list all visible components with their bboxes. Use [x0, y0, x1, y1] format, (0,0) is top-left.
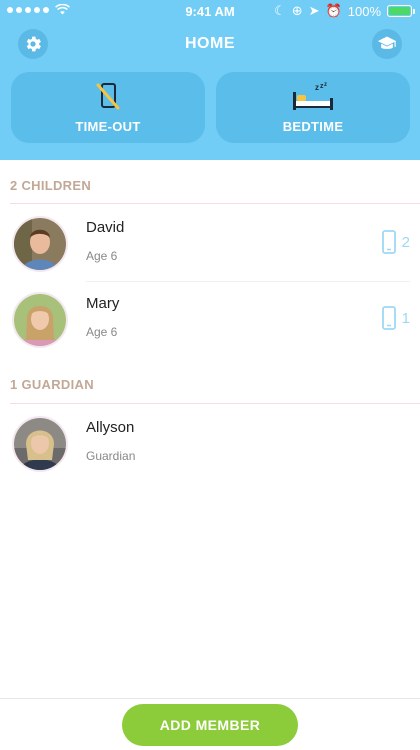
- guardians-section-header: 1 GUARDIAN: [10, 376, 94, 392]
- device-count[interactable]: 2: [381, 230, 410, 254]
- phone-disabled-icon: [96, 83, 120, 110]
- member-name: David: [86, 219, 125, 236]
- member-age: Age 6: [86, 249, 118, 263]
- footer: ADD MEMBER: [0, 698, 420, 750]
- device-count[interactable]: 1: [381, 306, 410, 330]
- location-icon: ➤: [308, 3, 320, 18]
- lock-rotation-icon: ⊕: [291, 3, 303, 18]
- member-row-mary[interactable]: Mary Age 6 1: [0, 282, 420, 358]
- alarm-icon: ⏰: [325, 3, 342, 18]
- battery-percent: 100%: [347, 3, 381, 19]
- children-section-header: 2 CHILDREN: [10, 177, 92, 193]
- page-title: HOME: [185, 35, 235, 52]
- member-age: Age 6: [86, 325, 118, 339]
- member-role: Guardian: [86, 449, 136, 463]
- bed-icon: z z z: [293, 82, 333, 110]
- svg-text:z: z: [324, 82, 327, 88]
- device-count-value: 1: [401, 309, 410, 327]
- bedtime-label: BEDTIME: [282, 119, 344, 134]
- battery-fill: [389, 7, 410, 15]
- bedtime-button[interactable]: z z z BEDTIME: [216, 72, 410, 143]
- svg-text:z: z: [315, 83, 319, 92]
- time-out-button[interactable]: TIME-OUT: [11, 72, 205, 143]
- phone-icon: [381, 306, 396, 330]
- member-row-allyson[interactable]: Allyson Guardian: [0, 406, 420, 482]
- battery-icon: [387, 5, 415, 17]
- avatar: [12, 416, 68, 472]
- member-name: Mary: [86, 295, 120, 312]
- section-divider: [10, 403, 420, 404]
- member-name: Allyson: [86, 419, 135, 436]
- device-count-value: 2: [401, 233, 410, 251]
- status-bar: 9:41 AM ☾ ⊕ ➤ ⏰ 100%: [0, 0, 420, 22]
- graduation-cap-icon: [377, 36, 397, 49]
- phone-icon: [381, 230, 396, 254]
- member-row-david[interactable]: David Age 6 2: [0, 206, 420, 282]
- add-member-button[interactable]: ADD MEMBER: [122, 704, 298, 746]
- avatar: [12, 216, 68, 272]
- moon-icon: ☾: [274, 3, 286, 18]
- header-curve: [0, 140, 420, 156]
- section-divider: [10, 203, 420, 204]
- time-out-label: TIME-OUT: [75, 119, 141, 134]
- tutorial-button[interactable]: [372, 29, 402, 59]
- avatar: [12, 292, 68, 348]
